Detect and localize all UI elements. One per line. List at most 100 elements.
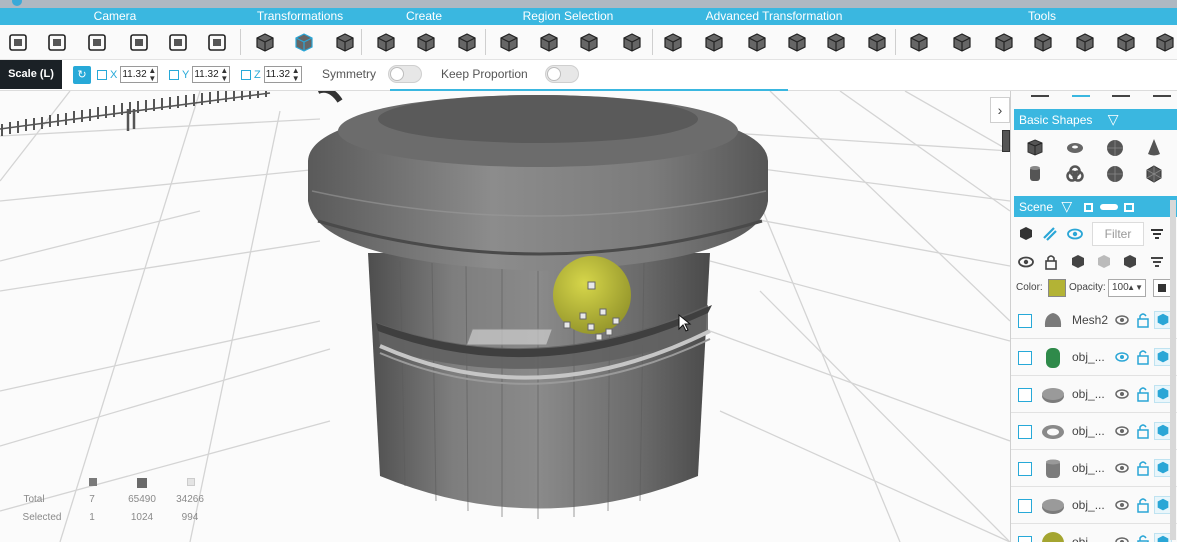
icosphere-icon[interactable] (1143, 163, 1165, 185)
lock-icon[interactable] (1136, 386, 1150, 402)
layer-checkbox[interactable] (1018, 499, 1032, 513)
slider-icon[interactable] (1099, 204, 1118, 210)
cone-icon[interactable] (1143, 137, 1165, 159)
select-icon[interactable] (44, 29, 70, 55)
cube-fill-icon[interactable] (1113, 29, 1139, 55)
cut-off-icon[interactable] (1031, 91, 1049, 97)
3d-viewport[interactable]: Total 7 65490 34266 Selected 1 1024 994 (0, 91, 1010, 542)
ball-icon[interactable] (1104, 163, 1126, 185)
eye-icon[interactable] (1115, 313, 1129, 327)
solid-cube-icon[interactable] (496, 29, 522, 55)
axis-y-input[interactable] (192, 66, 231, 83)
cut-off-icon[interactable] (1071, 91, 1090, 97)
eye-icon[interactable] (1115, 350, 1129, 364)
cube-icon[interactable] (1024, 137, 1046, 159)
grid-view-icon[interactable] (1124, 203, 1135, 212)
camera-icon[interactable] (165, 29, 191, 55)
layer-row[interactable]: obj_... (1011, 414, 1177, 450)
move-icon[interactable] (252, 29, 278, 55)
eye-icon[interactable] (1065, 224, 1085, 244)
sort-icon[interactable] (1147, 224, 1167, 244)
lock-icon[interactable] (1136, 497, 1150, 513)
eye-icon[interactable] (1115, 498, 1129, 512)
menu-transformations[interactable]: Transformations (257, 9, 343, 23)
layer-row[interactable]: obj_... (1011, 340, 1177, 376)
export-icon[interactable] (204, 29, 230, 55)
symmetry-toggle[interactable] (388, 65, 422, 83)
rotate-view-icon[interactable] (126, 29, 152, 55)
eye-icon[interactable] (1115, 461, 1129, 475)
wire-cube-icon[interactable] (701, 29, 727, 55)
lock-icon[interactable] (1136, 534, 1150, 542)
layer-checkbox[interactable] (1018, 314, 1032, 328)
opacity-input[interactable]: 100 ▲▼ (1108, 279, 1146, 297)
slice-icon[interactable] (864, 29, 890, 55)
panel-scrollbar[interactable] (1170, 200, 1176, 540)
lock-icon[interactable] (1136, 312, 1150, 328)
split-cube-icon[interactable] (906, 29, 932, 55)
menu-tools[interactable]: Tools (1028, 9, 1056, 23)
menu-advanced-transformation[interactable]: Advanced Transformation (706, 9, 843, 23)
layer-checkbox[interactable] (1018, 425, 1032, 439)
edit-mesh-icon[interactable] (373, 29, 399, 55)
axis-z-input[interactable] (263, 66, 302, 83)
lock-icon[interactable] (1136, 460, 1150, 476)
color-swatch[interactable] (1048, 279, 1066, 297)
more-options-button[interactable] (1153, 279, 1171, 297)
eye-icon[interactable] (1115, 424, 1129, 438)
box-icon[interactable] (454, 29, 480, 55)
boolean-icon[interactable] (949, 29, 975, 55)
lock-icon[interactable] (1136, 423, 1150, 439)
cut-off-icon[interactable] (1112, 91, 1131, 97)
grid-cube-icon[interactable] (991, 29, 1017, 55)
menu-camera[interactable]: Camera (94, 9, 137, 23)
menu-region-selection[interactable]: Region Selection (523, 9, 614, 23)
lock-icon[interactable] (1041, 252, 1061, 272)
lock-icon[interactable] (1136, 349, 1150, 365)
cube-hole-icon[interactable] (619, 29, 645, 55)
panel-collapse-button[interactable]: › (990, 97, 1010, 123)
solid-toggle-icon[interactable] (1120, 252, 1140, 272)
bounding-box-icon[interactable] (576, 29, 602, 55)
save-icon[interactable] (5, 29, 31, 55)
scene-header[interactable]: Scene ▽ (1014, 196, 1177, 217)
collapse-triangle-icon[interactable]: ▽ (1108, 111, 1119, 127)
axis-y-checkbox[interactable] (169, 69, 179, 80)
import-icon[interactable] (84, 29, 110, 55)
axis-x-checkbox[interactable] (97, 69, 107, 80)
knot-icon[interactable] (1064, 163, 1086, 185)
opacity-stepper-icon[interactable]: ▲▼ (1127, 280, 1143, 296)
axis-x-input[interactable] (120, 66, 159, 83)
layer-checkbox[interactable] (1018, 536, 1032, 542)
extrude-icon[interactable] (413, 29, 439, 55)
cube-split-icon[interactable] (536, 29, 562, 55)
filter-input[interactable]: Filter (1092, 222, 1144, 246)
menu-create[interactable]: Create (406, 9, 442, 23)
wire-toggle-icon[interactable] (1094, 252, 1114, 272)
eye-icon[interactable] (1115, 387, 1129, 401)
cut-cube-icon[interactable] (744, 29, 770, 55)
panel-resize-handle[interactable] (1002, 130, 1010, 152)
layer-row[interactable]: obj_... (1011, 377, 1177, 413)
sphere-icon[interactable] (1104, 137, 1126, 159)
layer-row[interactable]: Mesh2 (1011, 303, 1177, 339)
basic-shapes-header[interactable]: Basic Shapes ▽ (1014, 109, 1177, 130)
cylinder-icon[interactable] (1024, 163, 1046, 185)
eye-toggle-icon[interactable] (1016, 252, 1036, 272)
cube-icon[interactable] (291, 29, 317, 55)
sliders-icon[interactable] (1147, 252, 1167, 272)
move-object-icon[interactable] (1016, 224, 1036, 244)
cube-hex-icon[interactable] (1072, 29, 1098, 55)
cube-toggle-icon[interactable] (1068, 252, 1088, 272)
sphere-icon[interactable] (1030, 29, 1056, 55)
cut-off-icon[interactable] (1152, 91, 1171, 97)
layer-checkbox[interactable] (1018, 462, 1032, 476)
check-cube-icon[interactable] (1152, 29, 1177, 55)
cone-icon[interactable] (784, 29, 810, 55)
scale-icon[interactable] (332, 29, 358, 55)
layer-checkbox[interactable] (1018, 388, 1032, 402)
eye-icon[interactable] (1115, 535, 1129, 542)
stack-icon[interactable] (660, 29, 686, 55)
twist-icon[interactable] (823, 29, 849, 55)
layer-row[interactable]: obj_... (1011, 451, 1177, 487)
